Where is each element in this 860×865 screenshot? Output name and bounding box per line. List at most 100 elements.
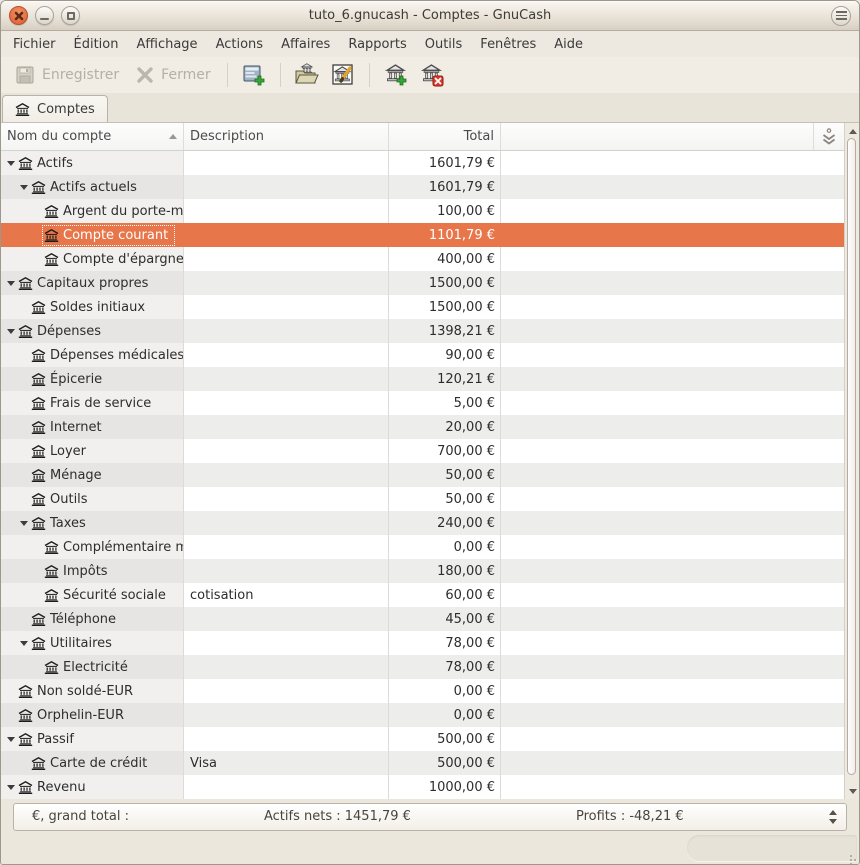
account-row[interactable]: Compte d'épargne 400,00 € xyxy=(1,247,844,271)
menu-aide[interactable]: Aide xyxy=(545,33,592,56)
account-name-cell[interactable]: Téléphone xyxy=(1,607,184,631)
tab-comptes[interactable]: Comptes xyxy=(2,95,108,122)
delete-account-button[interactable] xyxy=(415,59,449,91)
account-row[interactable]: Revenu 1000,00 € xyxy=(1,775,844,799)
summary-spinner[interactable] xyxy=(829,810,837,824)
resize-grip[interactable] xyxy=(846,851,856,861)
account-row[interactable]: Compte courant 1101,79 € xyxy=(1,223,844,247)
expander-icon[interactable] xyxy=(5,161,17,166)
account-row[interactable]: Argent du porte-mo 100,00 € xyxy=(1,199,844,223)
account-name-cell[interactable]: Carte de crédit xyxy=(1,751,184,775)
account-row[interactable]: Sécurité sociale cotisation 60,00 € xyxy=(1,583,844,607)
account-row[interactable]: Capitaux propres 1500,00 € xyxy=(1,271,844,295)
account-description-cell[interactable] xyxy=(184,559,389,583)
column-header-name[interactable]: Nom du compte xyxy=(1,123,184,150)
window-menu-button[interactable] xyxy=(831,6,851,26)
account-name-cell[interactable]: Orphelin-EUR xyxy=(1,703,184,727)
account-name-cell[interactable]: Utilitaires xyxy=(1,631,184,655)
account-description-cell[interactable] xyxy=(184,343,389,367)
scrollbar-thumb[interactable] xyxy=(847,138,856,775)
account-name-cell[interactable]: Actifs actuels xyxy=(1,175,184,199)
account-description-cell[interactable] xyxy=(184,511,389,535)
menu-affichage[interactable]: Affichage xyxy=(127,33,206,56)
menu-affaires[interactable]: Affaires xyxy=(272,33,339,56)
scroll-down-button[interactable] xyxy=(845,784,859,798)
account-name-cell[interactable]: Internet xyxy=(1,415,184,439)
account-row[interactable]: Carte de crédit Visa 500,00 € xyxy=(1,751,844,775)
account-name-cell[interactable]: Épicerie xyxy=(1,367,184,391)
account-name-cell[interactable]: Sécurité sociale xyxy=(1,583,184,607)
account-description-cell[interactable] xyxy=(184,487,389,511)
account-row[interactable]: Utilitaires 78,00 € xyxy=(1,631,844,655)
account-description-cell[interactable] xyxy=(184,415,389,439)
vertical-scrollbar[interactable] xyxy=(844,123,859,799)
account-row[interactable]: Téléphone 45,00 € xyxy=(1,607,844,631)
account-name-cell[interactable]: Revenu xyxy=(1,775,184,799)
account-name-cell[interactable]: Passif xyxy=(1,727,184,751)
minimize-window-button[interactable] xyxy=(35,6,54,25)
account-row[interactable]: Loyer 700,00 € xyxy=(1,439,844,463)
close-window-button[interactable] xyxy=(9,6,28,25)
account-row[interactable]: Complémentaire m 0,00 € xyxy=(1,535,844,559)
account-row[interactable]: Dépenses médicales 90,00 € xyxy=(1,343,844,367)
column-header-total[interactable]: Total xyxy=(389,123,501,150)
scroll-up-button[interactable] xyxy=(845,124,859,138)
account-description-cell[interactable] xyxy=(184,775,389,799)
account-description-cell[interactable] xyxy=(184,727,389,751)
maximize-window-button[interactable] xyxy=(61,6,80,25)
account-row[interactable]: Passif 500,00 € xyxy=(1,727,844,751)
menu-edition[interactable]: Édition xyxy=(65,33,128,56)
open-account-button[interactable] xyxy=(290,59,324,91)
menu-outils[interactable]: Outils xyxy=(416,33,472,56)
account-row[interactable]: Actifs actuels 1601,79 € xyxy=(1,175,844,199)
account-row[interactable]: Taxes 240,00 € xyxy=(1,511,844,535)
save-button[interactable]: Enregistrer xyxy=(7,62,126,88)
column-options-button[interactable] xyxy=(814,123,844,150)
account-row[interactable]: Frais de service 5,00 € xyxy=(1,391,844,415)
account-name-cell[interactable]: Dépenses médicales xyxy=(1,343,184,367)
account-row[interactable]: Electricité 78,00 € xyxy=(1,655,844,679)
account-name-cell[interactable]: Taxes xyxy=(1,511,184,535)
account-description-cell[interactable] xyxy=(184,319,389,343)
account-name-cell[interactable]: Loyer xyxy=(1,439,184,463)
menu-rapports[interactable]: Rapports xyxy=(339,33,415,56)
open-register-button[interactable] xyxy=(237,59,271,91)
account-name-cell[interactable]: Impôts xyxy=(1,559,184,583)
account-name-cell[interactable]: Argent du porte-mo xyxy=(1,199,184,223)
expander-icon[interactable] xyxy=(18,641,30,646)
account-name-cell[interactable]: Frais de service xyxy=(1,391,184,415)
account-description-cell[interactable] xyxy=(184,679,389,703)
account-row[interactable]: Orphelin-EUR 0,00 € xyxy=(1,703,844,727)
account-row[interactable]: Soldes initiaux 1500,00 € xyxy=(1,295,844,319)
account-description-cell[interactable] xyxy=(184,271,389,295)
account-description-cell[interactable] xyxy=(184,607,389,631)
expander-icon[interactable] xyxy=(18,185,30,190)
account-name-cell[interactable]: Non soldé-EUR xyxy=(1,679,184,703)
expander-icon[interactable] xyxy=(18,521,30,526)
new-account-button[interactable] xyxy=(379,59,413,91)
account-description-cell[interactable] xyxy=(184,199,389,223)
close-tab-button[interactable]: Fermer xyxy=(128,63,217,87)
account-name-cell[interactable]: Dépenses xyxy=(1,319,184,343)
account-description-cell[interactable]: Visa xyxy=(184,751,389,775)
expander-icon[interactable] xyxy=(5,329,17,334)
account-description-cell[interactable]: cotisation xyxy=(184,583,389,607)
account-row[interactable]: Ménage 50,00 € xyxy=(1,463,844,487)
expander-icon[interactable] xyxy=(5,281,17,286)
column-header-description[interactable]: Description xyxy=(184,123,389,150)
account-description-cell[interactable] xyxy=(184,655,389,679)
account-name-cell[interactable]: Soldes initiaux xyxy=(1,295,184,319)
account-description-cell[interactable] xyxy=(184,703,389,727)
account-row[interactable]: Impôts 180,00 € xyxy=(1,559,844,583)
account-name-cell[interactable]: Outils xyxy=(1,487,184,511)
account-description-cell[interactable] xyxy=(184,631,389,655)
account-description-cell[interactable] xyxy=(184,247,389,271)
menu-fichier[interactable]: Fichier xyxy=(4,33,65,56)
account-row[interactable]: Épicerie 120,21 € xyxy=(1,367,844,391)
account-description-cell[interactable] xyxy=(184,367,389,391)
account-description-cell[interactable] xyxy=(184,463,389,487)
account-name-cell[interactable]: Capitaux propres xyxy=(1,271,184,295)
account-row[interactable]: Dépenses 1398,21 € xyxy=(1,319,844,343)
account-name-cell[interactable]: Complémentaire m xyxy=(1,535,184,559)
account-name-cell[interactable]: Compte courant xyxy=(1,223,184,247)
